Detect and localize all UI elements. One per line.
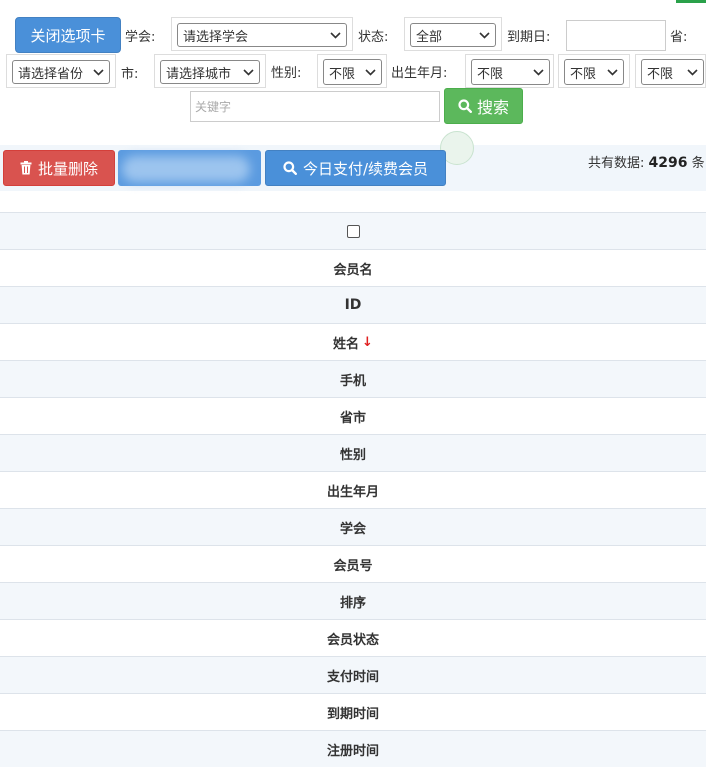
- table-header-cell[interactable]: 会员状态: [0, 619, 706, 656]
- table-header-cell[interactable]: 性别: [0, 434, 706, 471]
- batch-delete-button[interactable]: 批量删除: [3, 150, 115, 186]
- table-header-cell[interactable]: 注册时间: [0, 730, 706, 767]
- today-paid-button[interactable]: 今日支付/续费会员: [265, 150, 446, 186]
- column-header-label: 学会: [339, 521, 366, 537]
- chevron-down-icon: [684, 64, 700, 80]
- search-icon: [458, 99, 472, 113]
- expiry-label: 到期日:: [507, 30, 551, 45]
- column-header-label: 手机: [339, 373, 366, 389]
- corner-accent: [676, 0, 706, 3]
- table-header-cell[interactable]: 支付时间: [0, 656, 706, 693]
- expiry-date-input[interactable]: [566, 20, 666, 51]
- column-header-label: 注册时间: [326, 743, 379, 759]
- birth-month-select-wrap: 不限: [558, 54, 630, 88]
- table-header-cell[interactable]: 会员号: [0, 545, 706, 582]
- status-select-value: 全部: [416, 29, 443, 45]
- society-select[interactable]: 请选择学会: [177, 23, 347, 47]
- city-select[interactable]: 请选择城市: [160, 60, 260, 84]
- keyword-input[interactable]: 关键字: [190, 91, 440, 122]
- table-header-cell[interactable]: 姓名 ↓: [0, 323, 706, 360]
- birth-year-select[interactable]: 不限: [471, 59, 550, 85]
- column-header-label: 支付时间: [326, 669, 379, 685]
- society-select-value: 请选择学会: [183, 29, 249, 45]
- status-select-wrap: 全部: [404, 17, 502, 51]
- total-count-suffix: 条: [691, 156, 705, 171]
- birth-month-select[interactable]: 不限: [564, 59, 624, 85]
- gender-label: 性别:: [271, 66, 302, 81]
- society-select-wrap: 请选择学会: [171, 17, 353, 51]
- column-header-label: 会员号: [333, 558, 373, 574]
- search-icon: [283, 161, 297, 175]
- column-header-label: 姓名: [333, 336, 360, 352]
- province-select-wrap: 请选择省份: [6, 54, 116, 88]
- society-label: 学会:: [125, 30, 156, 45]
- table-header-cell[interactable]: 会员名: [0, 249, 706, 286]
- birth-year-select-wrap: 不限: [465, 54, 554, 88]
- blurred-button[interactable]: [118, 150, 261, 186]
- birth-label: 出生年月:: [391, 66, 448, 81]
- table-header-cell[interactable]: ID: [0, 286, 706, 323]
- city-select-value: 请选择城市: [166, 66, 232, 82]
- chevron-down-icon: [240, 64, 256, 80]
- status-label: 状态:: [358, 30, 389, 45]
- chevron-down-icon: [476, 27, 492, 43]
- sort-desc-icon[interactable]: ↓: [362, 335, 373, 350]
- city-select-wrap: 请选择城市: [154, 54, 266, 88]
- birth-month-select-value: 不限: [570, 66, 597, 82]
- batch-delete-label: 批量删除: [37, 159, 98, 178]
- trash-icon: [20, 161, 32, 175]
- chevron-down-icon: [327, 27, 343, 43]
- table-header-cell[interactable]: 到期时间: [0, 693, 706, 730]
- table-header-cell[interactable]: 出生年月: [0, 471, 706, 508]
- column-header-label: ID: [344, 297, 362, 313]
- column-header-label: 出生年月: [326, 484, 379, 500]
- gender-select[interactable]: 不限: [323, 59, 382, 85]
- member-table: 会员名 ID 姓名 ↓ 手机 省市 性别 出生年月 学会 会员号 排序 会员状态…: [0, 212, 706, 767]
- province-label: 省:: [670, 30, 688, 45]
- chevron-down-icon: [530, 64, 546, 80]
- today-paid-label: 今日支付/续费会员: [302, 159, 429, 178]
- status-select[interactable]: 全部: [410, 23, 496, 47]
- column-header-label: 会员状态: [326, 632, 379, 648]
- birth-extra-select-wrap: 不限: [635, 54, 706, 88]
- province-select[interactable]: 请选择省份: [12, 60, 110, 84]
- province-select-value: 请选择省份: [18, 66, 84, 82]
- total-count: 共有数据: 4296 条: [588, 152, 705, 171]
- table-header-cell[interactable]: 排序: [0, 582, 706, 619]
- birth-year-select-value: 不限: [477, 66, 504, 82]
- birth-extra-select-value: 不限: [647, 66, 674, 82]
- search-button[interactable]: 搜索: [444, 88, 523, 124]
- table-header-cell[interactable]: 手机: [0, 360, 706, 397]
- total-count-value: 4296: [648, 155, 688, 171]
- search-button-label: 搜索: [476, 98, 509, 117]
- blurred-label: [122, 156, 250, 182]
- table-header-cell[interactable]: 省市: [0, 397, 706, 434]
- total-count-label: 共有数据:: [588, 156, 645, 171]
- column-header-label: 到期时间: [326, 706, 379, 722]
- close-tab-button[interactable]: 关闭选项卡: [15, 17, 121, 53]
- chevron-down-icon: [90, 64, 106, 80]
- column-header-label: 省市: [339, 410, 366, 426]
- column-header-label: 排序: [339, 595, 366, 611]
- gender-select-wrap: 不限: [317, 54, 387, 88]
- column-header-label: 会员名: [333, 262, 373, 278]
- table-header-checkbox-row: [0, 212, 706, 249]
- birth-extra-select[interactable]: 不限: [641, 59, 704, 85]
- chevron-down-icon: [362, 64, 378, 80]
- column-header-label: 性别: [339, 447, 366, 463]
- gender-select-value: 不限: [329, 66, 356, 82]
- select-all-checkbox[interactable]: [346, 224, 360, 238]
- chevron-down-icon: [604, 64, 620, 80]
- table-header-cell[interactable]: 学会: [0, 508, 706, 545]
- city-label: 市:: [121, 67, 139, 82]
